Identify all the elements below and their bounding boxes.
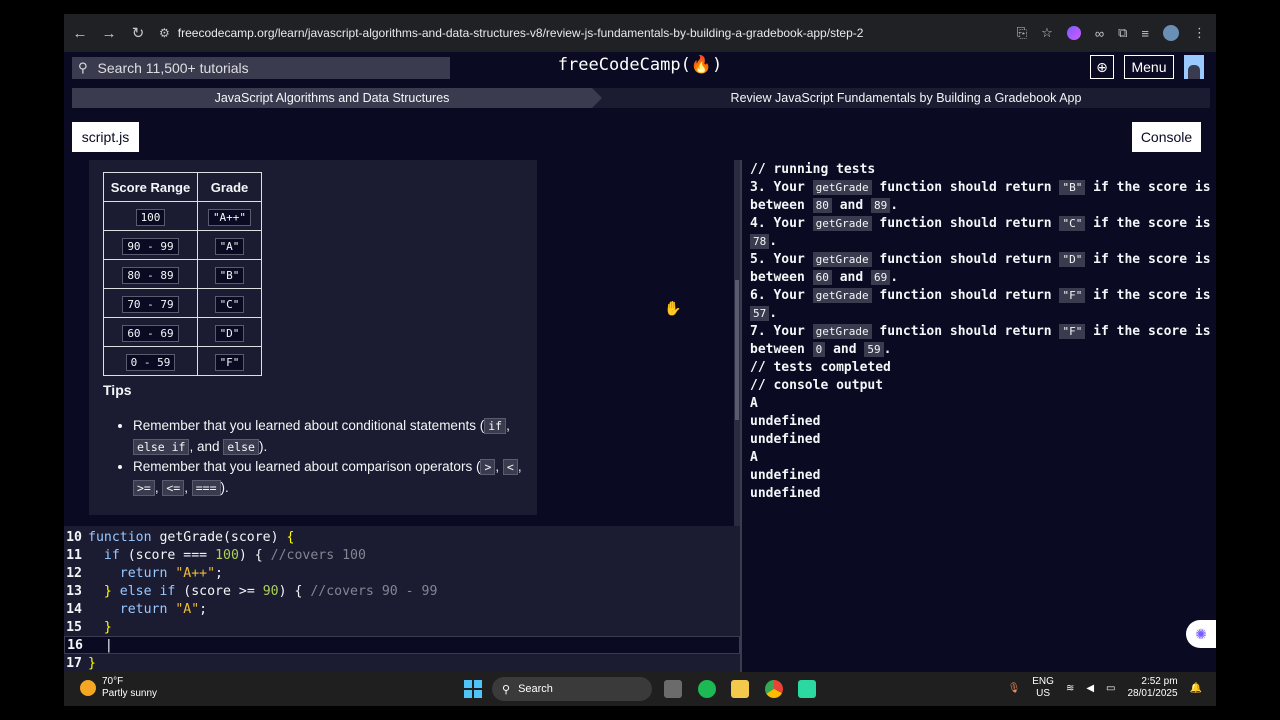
console-output-line: undefined — [750, 486, 821, 501]
notification-bell-icon[interactable]: 🔔 — [1190, 683, 1202, 694]
grade-value: "F" — [214, 353, 245, 371]
table-header: Score Range — [103, 172, 198, 202]
table-row: 100 "A++" — [103, 201, 262, 231]
tips-heading: Tips — [103, 382, 132, 398]
grade-table: Score Range Grade 100 "A++" 90 - 99 "A" … — [103, 172, 262, 376]
code-line[interactable]: 12 return "A++"; — [64, 564, 740, 582]
bookmark-star-icon[interactable]: ☆ — [1041, 25, 1053, 41]
tab-script-js[interactable]: script.js — [72, 122, 139, 152]
system-tray: 🎙 ENG US ≋ ◀ ▭ 2:52 pm 28/01/2025 🔔 — [1008, 676, 1202, 700]
test-line: 3. Your getGrade function should return … — [750, 180, 1211, 195]
code-line[interactable]: 17 } — [64, 654, 740, 672]
media-icon[interactable]: ≡ — [1141, 26, 1149, 41]
score-range: 0 - 59 — [125, 353, 176, 371]
language-globe-icon[interactable]: ⊕ — [1090, 55, 1114, 79]
console-output-line: undefined — [750, 468, 821, 483]
score-range: 60 - 69 — [122, 324, 179, 342]
taskbar-search[interactable]: ⚲ Search — [492, 677, 652, 701]
app-icon[interactable] — [798, 680, 816, 698]
scrollbar-thumb[interactable] — [735, 280, 739, 420]
assistant-brain-icon[interactable]: ✺ — [1186, 620, 1216, 648]
battery-icon[interactable]: ▭ — [1106, 683, 1115, 694]
extension-glasses-icon[interactable]: ∞ — [1095, 26, 1104, 41]
score-range: 70 - 79 — [122, 295, 179, 313]
windows-start-icon[interactable] — [464, 680, 482, 698]
score-range: 100 — [135, 208, 166, 226]
extensions-puzzle-icon[interactable]: ⧉ — [1118, 25, 1127, 41]
code-editor[interactable]: 10 function getGrade(score) { 11 if (sco… — [64, 526, 740, 672]
hand-cursor-icon: ✋ — [664, 300, 682, 316]
spotify-icon[interactable] — [698, 680, 716, 698]
back-icon[interactable]: ← — [67, 20, 93, 46]
list-item: Remember that you learned about conditio… — [133, 416, 523, 457]
address-bar[interactable]: ⚙ freecodecamp.org/learn/javascript-algo… — [159, 19, 1017, 47]
grade-value: "C" — [214, 295, 245, 313]
code-line[interactable]: 11 if (score === 100) { //covers 100 — [64, 546, 740, 564]
screen: ← → ↻ ⚙ freecodecamp.org/learn/javascrip… — [64, 14, 1216, 706]
site-header: ⚲ Search 11,500+ tutorials freeCodeCamp(… — [64, 52, 1216, 90]
code-line[interactable]: 14 return "A"; — [64, 600, 740, 618]
test-line: 6. Your getGrade function should return … — [750, 288, 1211, 303]
table-row: 90 - 99 "A" — [103, 230, 262, 260]
language-indicator[interactable]: ENG US — [1032, 676, 1054, 700]
search-icon: ⚲ — [78, 60, 88, 75]
table-row: 0 - 59 "F" — [103, 346, 262, 376]
instructions-pane: Score Range Grade 100 "A++" 90 - 99 "A" … — [64, 160, 740, 526]
tab-console[interactable]: Console — [1132, 122, 1201, 152]
clock[interactable]: 2:52 pm 28/01/2025 — [1127, 676, 1177, 700]
weather-widget[interactable]: 70°F Partly sunny — [80, 676, 157, 700]
test-line: 7. Your getGrade function should return … — [750, 324, 1211, 339]
table-row: 70 - 79 "C" — [103, 288, 262, 318]
breadcrumb: JavaScript Algorithms and Data Structure… — [72, 88, 1210, 108]
url-text: freecodecamp.org/learn/javascript-algori… — [177, 26, 864, 40]
console-output-line: undefined — [750, 414, 821, 429]
tips-list: Remember that you learned about conditio… — [133, 416, 523, 498]
list-item: Remember that you learned about comparis… — [133, 457, 523, 498]
console-output-line: A — [750, 450, 758, 465]
wifi-icon[interactable]: ≋ — [1066, 683, 1074, 694]
console-output-line: A — [750, 396, 758, 411]
table-header: Grade — [197, 172, 262, 202]
install-app-icon[interactable]: ⎘ — [1017, 25, 1027, 41]
sun-icon — [80, 680, 96, 696]
chrome-icon[interactable] — [765, 680, 783, 698]
search-input[interactable]: ⚲ Search 11,500+ tutorials — [72, 57, 450, 79]
breadcrumb-block[interactable]: Review JavaScript Fundamentals by Buildi… — [592, 88, 1210, 108]
console-output: // running tests 3. Your getGrade functi… — [742, 160, 1216, 672]
table-row: 60 - 69 "D" — [103, 317, 262, 347]
site-info-icon[interactable]: ⚙ — [159, 26, 170, 40]
text-caret: | — [89, 637, 113, 653]
forward-icon[interactable]: → — [96, 20, 122, 46]
test-line: 4. Your getGrade function should return … — [750, 216, 1211, 231]
grade-value: "A++" — [207, 208, 252, 226]
score-range: 80 - 89 — [122, 266, 179, 284]
code-line[interactable]: 13 } else if (score >= 90) { //covers 90… — [64, 582, 740, 600]
console-output-line: undefined — [750, 432, 821, 447]
microphone-icon[interactable]: 🎙 — [1008, 683, 1021, 694]
user-avatar[interactable] — [1184, 55, 1204, 79]
code-line[interactable]: 10 function getGrade(score) { — [64, 528, 740, 546]
code-line[interactable]: 15 } — [64, 618, 740, 636]
profile-avatar[interactable] — [1163, 25, 1179, 41]
kebab-menu-icon[interactable]: ⋮ — [1193, 25, 1206, 41]
menu-button[interactable]: Menu — [1124, 55, 1174, 79]
table-row: 80 - 89 "B" — [103, 259, 262, 289]
task-view-icon[interactable] — [664, 680, 682, 698]
volume-icon[interactable]: ◀ — [1086, 683, 1094, 694]
code-line-active[interactable]: 16 | — [64, 636, 740, 654]
grade-value: "A" — [214, 237, 245, 255]
reload-icon[interactable]: ↻ — [125, 20, 151, 46]
grade-value: "D" — [214, 324, 245, 342]
search-icon: ⚲ — [502, 683, 511, 696]
score-range: 90 - 99 — [122, 237, 179, 255]
file-explorer-icon[interactable] — [731, 680, 749, 698]
challenge-description: Score Range Grade 100 "A++" 90 - 99 "A" … — [89, 160, 537, 515]
extension-icon[interactable] — [1066, 26, 1081, 40]
search-placeholder: Search 11,500+ tutorials — [97, 60, 249, 76]
test-line: 5. Your getGrade function should return … — [750, 252, 1211, 267]
browser-toolbar: ← → ↻ ⚙ freecodecamp.org/learn/javascrip… — [64, 14, 1216, 52]
breadcrumb-superblock[interactable]: JavaScript Algorithms and Data Structure… — [72, 88, 602, 108]
windows-taskbar: 70°F Partly sunny ⚲ Search 🎙 ENG US ≋ ◀ ▭… — [64, 672, 1216, 706]
grade-value: "B" — [214, 266, 245, 284]
